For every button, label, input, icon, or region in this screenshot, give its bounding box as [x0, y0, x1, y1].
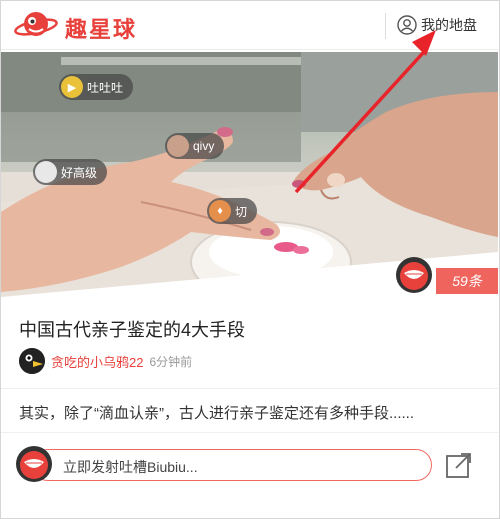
arrow-head-icon	[412, 30, 436, 56]
mascot-mouth-icon	[16, 446, 52, 482]
danmu-count-badge: 59条	[436, 268, 498, 294]
header-divider	[385, 13, 386, 39]
author-row: 贪吃的小乌鸦22 6分钟前	[19, 348, 192, 374]
author-name[interactable]: 贪吃的小乌鸦22	[51, 352, 143, 371]
divider	[1, 388, 498, 389]
mascot-mouth-icon	[396, 257, 432, 293]
article-excerpt[interactable]: 其实，除了“滴血认亲”，古人进行亲子鉴定还有多种手段......	[19, 402, 414, 423]
article-title[interactable]: 中国古代亲子鉴定的4大手段	[19, 316, 245, 342]
author-avatar[interactable]	[19, 348, 45, 374]
divider	[1, 432, 498, 433]
brand-name: 趣星球	[65, 17, 138, 42]
post-time: 6分钟前	[149, 354, 193, 369]
comment-placeholder: 立即发射吐槽Biubiu...	[63, 459, 198, 475]
planet-logo-icon	[14, 12, 58, 36]
comment-input[interactable]: 立即发射吐槽Biubiu...	[32, 449, 432, 481]
crow-avatar-icon	[19, 348, 45, 374]
share-icon[interactable]	[444, 450, 474, 480]
